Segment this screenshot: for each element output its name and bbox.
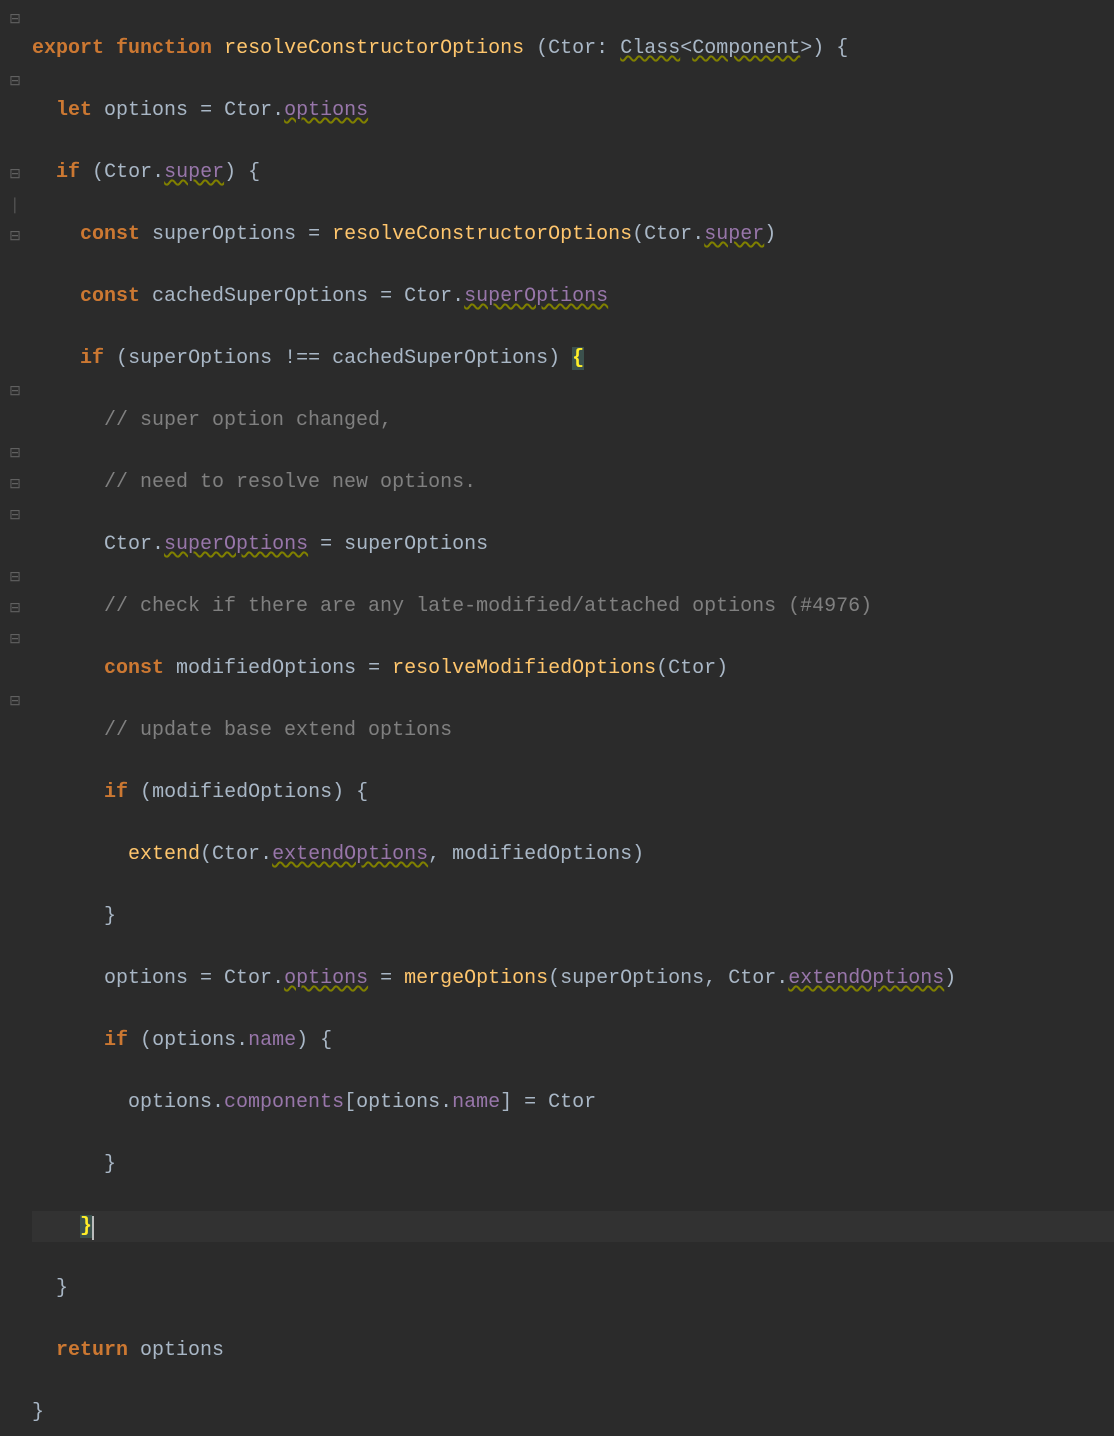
code-line: options.components[options.name] = Ctor bbox=[32, 1087, 1114, 1118]
code-line: if (modifiedOptions) { bbox=[32, 777, 1114, 808]
fold-mark-icon[interactable]: ⊟ bbox=[8, 5, 22, 36]
text-caret bbox=[92, 1216, 94, 1240]
code-line: extend(Ctor.extendOptions, modifiedOptio… bbox=[32, 839, 1114, 870]
code-line: const superOptions = resolveConstructorO… bbox=[32, 219, 1114, 250]
code-line: options = Ctor.options = mergeOptions(su… bbox=[32, 963, 1114, 994]
code-line: const cachedSuperOptions = Ctor.superOpt… bbox=[32, 281, 1114, 312]
fold-mark-icon[interactable]: ⊟ bbox=[8, 377, 22, 408]
code-line: if (Ctor.super) { bbox=[32, 157, 1114, 188]
fold-mark-icon[interactable]: ⊟ bbox=[8, 470, 22, 501]
code-line: let options = Ctor.options bbox=[32, 95, 1114, 126]
editor-gutter: ⊟⊟⊟│⊟⊟⊟⊟⊟⊟⊟⊟⊟ bbox=[0, 0, 30, 718]
fold-mark-icon[interactable]: ⊟ bbox=[8, 222, 22, 253]
code-line: return options bbox=[32, 1335, 1114, 1366]
fold-mark-icon[interactable]: ⊟ bbox=[8, 160, 22, 191]
code-line: } bbox=[32, 1273, 1114, 1304]
fold-mark-icon[interactable]: ⊟ bbox=[8, 687, 22, 718]
code-line: // update base extend options bbox=[32, 715, 1114, 746]
code-line: if (options.name) { bbox=[32, 1025, 1114, 1056]
fold-mark-icon[interactable]: │ bbox=[8, 191, 22, 222]
fold-mark-icon[interactable]: ⊟ bbox=[8, 594, 22, 625]
code-line: Ctor.superOptions = superOptions bbox=[32, 529, 1114, 560]
code-line: } bbox=[32, 901, 1114, 932]
code-line: // need to resolve new options. bbox=[32, 467, 1114, 498]
code-line-cursor: } bbox=[32, 1211, 1114, 1242]
fold-mark-icon[interactable]: ⊟ bbox=[8, 625, 22, 656]
fold-mark-icon[interactable]: ⊟ bbox=[8, 563, 22, 594]
code-editor[interactable]: export function resolveConstructorOption… bbox=[30, 0, 1114, 718]
code-line: if (superOptions !== cachedSuperOptions)… bbox=[32, 343, 1114, 374]
fold-mark-icon[interactable]: ⊟ bbox=[8, 67, 22, 98]
code-line: // check if there are any late-modified/… bbox=[32, 591, 1114, 622]
fold-mark-icon[interactable]: ⊟ bbox=[8, 501, 22, 532]
code-line: export function resolveConstructorOption… bbox=[32, 33, 1114, 64]
fold-mark-icon[interactable]: ⊟ bbox=[8, 439, 22, 470]
code-line: } bbox=[32, 1149, 1114, 1180]
code-line: // super option changed, bbox=[32, 405, 1114, 436]
code-line: const modifiedOptions = resolveModifiedO… bbox=[32, 653, 1114, 684]
code-line: } bbox=[32, 1397, 1114, 1428]
